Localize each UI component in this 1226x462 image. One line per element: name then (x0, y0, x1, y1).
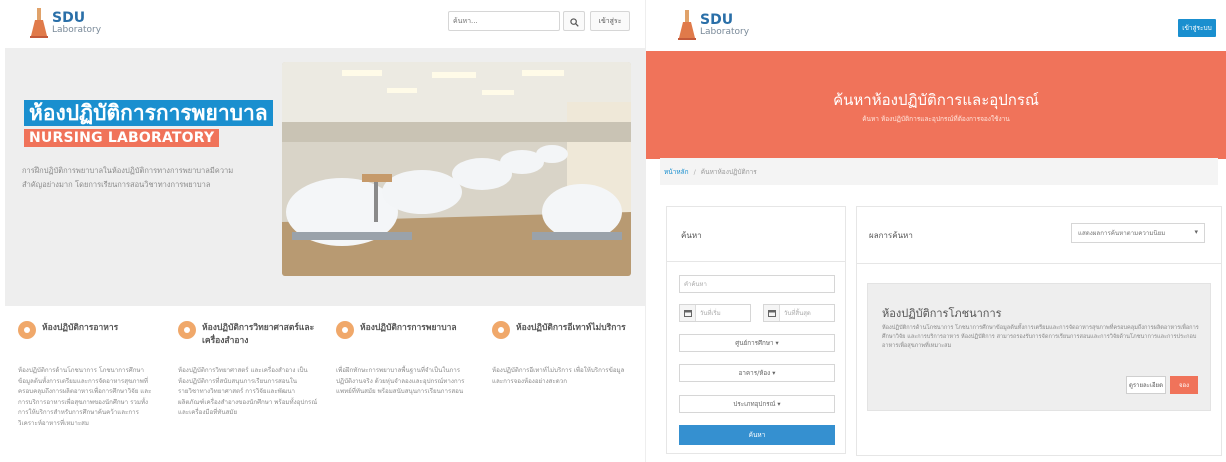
results-title: ผลการค้นหา (869, 231, 913, 240)
feature-title: ห้องปฏิบัติการการพยาบาล (360, 323, 457, 333)
logo-title: SDU (700, 12, 734, 28)
keyword-input[interactable]: คำค้นหา (679, 275, 835, 293)
breadcrumb-current: ค้นหาห้องปฏิบัติการ (700, 167, 757, 176)
sort-label: แสดงผลการค้นหาตามความนิยม (1078, 230, 1166, 237)
flask-icon (30, 8, 48, 38)
calendar-icon (764, 305, 780, 321)
search-banner: ค้นหาห้องปฏิบัติการและอุปกรณ์ ค้นหา ห้อง… (646, 51, 1226, 159)
divider (857, 263, 1221, 264)
results-panel: ผลการค้นหา แสดงผลการค้นหาตามความนิยม ▾ ห… (856, 206, 1222, 456)
result-card-description: ห้องปฏิบัติการด้านโภชนาการ โภชนาการศึกษา… (882, 325, 1199, 349)
features-row: ห้องปฏิบัติการอาหาร ห้องปฏิบัติการด้านโภ… (18, 318, 638, 458)
result-card: ห้องปฏิบัติการโภชนาการ ห้องปฏิบัติการด้า… (867, 283, 1211, 411)
breadcrumb: หน้าหลัก / ค้นหาห้องปฏิบัติการ (660, 158, 1218, 185)
feature-title: ห้องปฏิบัติการวิทยาศาสตร์และเครื่องสำอาง (202, 323, 315, 346)
hero-subtitle: NURSING LABORATORY (24, 129, 220, 147)
feature-description: ห้องปฏิบัติการด้านโภชนาการ โภชนาการศึกษา… (18, 367, 152, 427)
search-button[interactable] (563, 11, 585, 31)
login-button[interactable]: เข้าสู่ระบบ (1178, 19, 1216, 37)
start-date-field[interactable]: วันที่เริ่ม (679, 304, 751, 322)
feature-description: ห้องปฏิบัติการวิทยาศาสตร์ และเครื่องสำอา… (178, 367, 318, 416)
homepage-header: SDU Laboratory เข้าสู่ระ (0, 0, 646, 50)
hero-title: ห้องปฏิบัติการการพยาบาล (24, 100, 273, 127)
feature-title: ห้องปฏิบัติการอีเทาท์ไม่บริการ (516, 323, 626, 333)
circle-icon (178, 321, 196, 339)
logo-subtitle: Laboratory (52, 25, 102, 35)
campus-dropdown[interactable]: ศูนย์การศึกษา ▾ (679, 334, 835, 352)
hero-photo-nursing-ward (282, 62, 631, 276)
search-submit-button[interactable]: ค้นหา (679, 425, 835, 445)
search-panel-title: ค้นหา (681, 231, 702, 240)
search-input[interactable] (448, 11, 560, 31)
homepage-panel: SDU Laboratory เข้าสู่ระ ห้องปฏิบัติการก… (0, 0, 646, 462)
feature-description: ห้องปฏิบัติการอีเทาท์ไม่บริการ เพื่อให้บ… (492, 367, 625, 385)
breadcrumb-separator: / (693, 167, 696, 176)
feature-title: ห้องปฏิบัติการอาหาร (42, 323, 119, 333)
logo-title: SDU (52, 10, 86, 26)
start-date-label: วันที่เริ่ม (700, 310, 721, 317)
circle-icon (492, 321, 510, 339)
circle-icon (18, 321, 36, 339)
end-date-field[interactable]: วันที่สิ้นสุด (763, 304, 835, 322)
building-dropdown[interactable]: อาคาร/ห้อง ▾ (679, 364, 835, 382)
feature-description: เพื่อฝึกทักษะการพยาบาลพื้นฐานที่จำเป็นใน… (336, 367, 465, 395)
equipment-type-dropdown[interactable]: ประเภทอุปกรณ์ ▾ (679, 395, 835, 413)
login-button[interactable]: เข้าสู่ระ (590, 11, 630, 31)
divider (667, 261, 845, 262)
view-details-button[interactable]: ดูรายละเอียด (1126, 376, 1166, 394)
book-button[interactable]: จอง (1170, 376, 1198, 394)
site-logo[interactable]: SDU Laboratory (30, 8, 101, 38)
search-icon (569, 12, 579, 31)
search-filter-panel: ค้นหา คำค้นหา วันที่เริ่ม วันที่สิ้นสุด … (666, 206, 846, 454)
logo-subtitle: Laboratory (700, 27, 750, 37)
search-page-panel: SDU Laboratory เข้าสู่ระบบ ค้นหาห้องปฏิบ… (646, 0, 1226, 462)
chevron-down-icon: ▾ (1194, 228, 1198, 236)
result-card-title[interactable]: ห้องปฏิบัติการโภชนาการ (882, 304, 1002, 322)
flask-icon (678, 10, 696, 40)
banner-title: ค้นหาห้องปฏิบัติการและอุปกรณ์ (833, 91, 1039, 109)
site-logo[interactable]: SDU Laboratory (678, 10, 749, 40)
calendar-icon (680, 305, 696, 321)
end-date-label: วันที่สิ้นสุด (784, 310, 811, 317)
sort-dropdown[interactable]: แสดงผลการค้นหาตามความนิยม ▾ (1071, 223, 1205, 243)
circle-icon (336, 321, 354, 339)
banner-subtitle: ค้นหา ห้องปฏิบัติการและอุปกรณ์ที่ต้องการ… (862, 115, 1010, 123)
hero-description: การฝึกปฏิบัติการพยาบาลในห้องปฏิบัติการทา… (22, 166, 234, 189)
breadcrumb-home-link[interactable]: หน้าหลัก (664, 167, 689, 177)
